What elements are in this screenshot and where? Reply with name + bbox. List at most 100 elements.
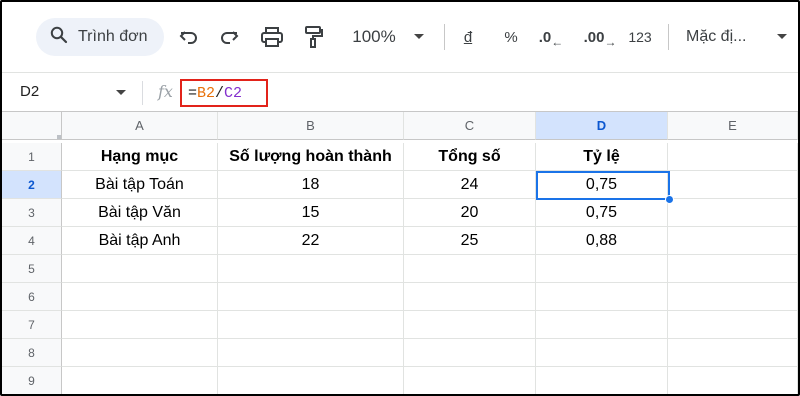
fill-handle[interactable] [665,195,674,204]
table-row: 3 Bài tập Văn 15 20 0,75 [2,199,798,227]
redo-icon[interactable] [216,22,242,52]
table-row: 4 Bài tập Anh 22 25 0,88 [2,227,798,255]
cell-c3[interactable]: 20 [404,199,536,227]
row-header-3[interactable]: 3 [2,199,62,227]
cell-b5[interactable] [218,255,404,283]
cell-e6[interactable] [668,283,798,311]
row-header-6[interactable]: 6 [2,283,62,311]
row-header-4[interactable]: 4 [2,227,62,255]
formula-ref-c2: C2 [224,84,243,102]
formula-input[interactable]: = B2/C2 [180,79,268,107]
cell-c7[interactable] [404,311,536,339]
cell-c6[interactable] [404,283,536,311]
undo-icon[interactable] [176,22,202,52]
cell-c9[interactable] [404,367,536,394]
decrease-decimal-button[interactable]: .0 ← [538,22,564,52]
arrow-left-icon: ← [551,35,564,49]
row-header-2[interactable]: 2 [2,171,62,199]
cell-a7[interactable] [62,311,218,339]
font-select[interactable]: Mặc đị... [686,22,766,52]
paint-format-icon[interactable] [300,22,328,52]
cell-b6[interactable] [218,283,404,311]
row-header-7[interactable]: 7 [2,311,62,339]
row-header-5[interactable]: 5 [2,255,62,283]
cell-d1[interactable]: Tỷ lệ [536,143,668,171]
zoom-select[interactable]: 100% [346,22,402,52]
cell-c5[interactable] [404,255,536,283]
increase-decimal-button[interactable]: .00 → [583,22,617,52]
cell-c1[interactable]: Tổng số [404,143,536,171]
cell-b7[interactable] [218,311,404,339]
table-row: 2 Bài tập Toán 18 24 0,75 [2,171,798,199]
cell-b3[interactable]: 15 [218,199,404,227]
toolbar: Trình đơn 100% đ % .0 ← .00 → 123 Mặc đị… [2,2,798,72]
column-header-b[interactable]: B [218,112,404,140]
cell-e9[interactable] [668,367,798,394]
currency-format-button[interactable]: đ [458,22,478,52]
cell-b4[interactable]: 22 [218,227,404,255]
menu-search[interactable]: Trình đơn [36,18,164,56]
cell-a3[interactable]: Bài tập Văn [62,199,218,227]
formula-operator: / [215,84,225,102]
cell-e2[interactable] [668,171,798,199]
cell-d9[interactable] [536,367,668,394]
cell-e8[interactable] [668,339,798,367]
fx-icon: fx [158,82,173,101]
cell-d6[interactable] [536,283,668,311]
row-header-1[interactable]: 1 [2,143,62,171]
cell-e1[interactable] [668,143,798,171]
table-row: 8 [2,339,798,367]
chevron-down-icon[interactable] [774,22,790,52]
cell-d4[interactable]: 0,88 [536,227,668,255]
column-header-d[interactable]: D [536,112,668,140]
cell-c8[interactable] [404,339,536,367]
cell-a6[interactable] [62,283,218,311]
chevron-down-icon[interactable] [410,22,428,52]
formula-ref-b2: B2 [197,84,216,102]
row-header-9[interactable]: 9 [2,367,62,394]
name-box[interactable]: D2 [20,83,39,100]
cell-d5[interactable] [536,255,668,283]
cell-a2[interactable]: Bài tập Toán [62,171,218,199]
cell-d7[interactable] [536,311,668,339]
cell-e4[interactable] [668,227,798,255]
cell-c2[interactable]: 24 [404,171,536,199]
decrease-decimal-label: .0 [538,28,552,46]
table-row: 7 [2,311,798,339]
cell-a8[interactable] [62,339,218,367]
cell-a9[interactable] [62,367,218,394]
formula-bar-divider [142,81,143,105]
cell-e5[interactable] [668,255,798,283]
chevron-down-icon[interactable] [116,90,126,95]
print-icon[interactable] [258,22,286,52]
number-format-button[interactable]: 123 [624,22,656,52]
cell-b9[interactable] [218,367,404,394]
percent-format-button[interactable]: % [500,22,522,52]
table-row: 5 [2,255,798,283]
cell-b2[interactable]: 18 [218,171,404,199]
cell-d8[interactable] [536,339,668,367]
cell-e3[interactable] [668,199,798,227]
cell-d2[interactable]: 0,75 [536,171,668,199]
column-header-a[interactable]: A [62,112,218,140]
cell-a1[interactable]: Hạng mục [62,143,218,171]
table-row: 1 Hạng mục Số lượng hoàn thành Tổng số T… [2,143,798,171]
table-row: 6 [2,283,798,311]
cell-b1[interactable]: Số lượng hoàn thành [218,143,404,171]
column-header-e[interactable]: E [668,112,798,140]
table-row: 9 [2,367,798,394]
formula-bar: D2 fx = B2/C2 [2,72,798,112]
cell-b8[interactable] [218,339,404,367]
toolbar-divider [444,24,445,50]
search-icon [50,26,68,49]
increase-decimal-label: .00 [583,28,605,46]
cell-c4[interactable]: 25 [404,227,536,255]
cell-a5[interactable] [62,255,218,283]
select-all-corner[interactable] [2,112,62,140]
row-header-8[interactable]: 8 [2,339,62,367]
cell-a4[interactable]: Bài tập Anh [62,227,218,255]
column-header-c[interactable]: C [404,112,536,140]
cell-d3[interactable]: 0,75 [536,199,668,227]
column-header-row: A B C D E [2,112,798,140]
cell-e7[interactable] [668,311,798,339]
